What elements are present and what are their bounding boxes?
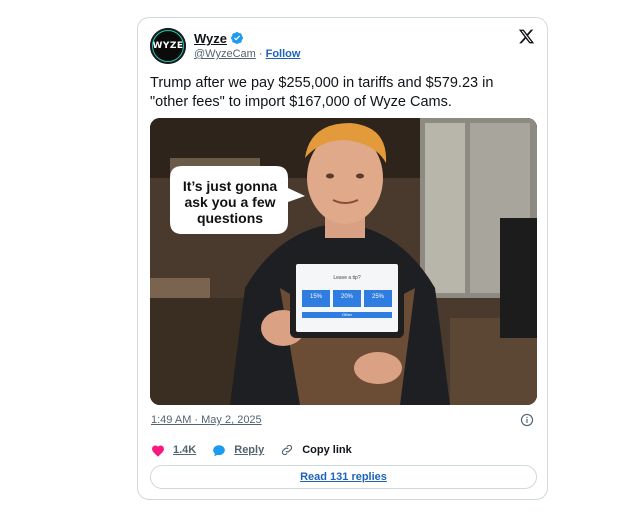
tablet-option-3: 25%: [371, 294, 384, 300]
follow-link[interactable]: Follow: [266, 48, 301, 60]
tweet-media-image[interactable]: It’s just gonna ask you a few questions …: [150, 118, 537, 405]
like-count: 1.4K: [173, 444, 197, 456]
timestamp[interactable]: 1:49 AM · May 2, 2025: [151, 414, 262, 426]
handle-row: @WyzeCam · Follow: [194, 48, 300, 60]
account-name[interactable]: Wyze: [194, 31, 227, 46]
reply-bubble-icon: [213, 444, 226, 456]
timestamp-text[interactable]: 1:49 AM · May 2, 2025: [151, 414, 262, 426]
action-bar: 1.4K Reply Copy link: [151, 443, 368, 457]
tablet-option-2: 20%: [340, 294, 353, 300]
read-replies-button[interactable]: Read 131 replies: [150, 465, 537, 489]
like-button[interactable]: 1.4K: [151, 444, 196, 457]
tweet-card: WYZE Wyze @WyzeCam · Follow Trump after …: [137, 17, 548, 500]
speech-bubble-text: It’s just gonna ask you a few questions: [182, 178, 278, 226]
verified-badge-icon: [231, 32, 243, 44]
x-logo-icon[interactable]: [518, 28, 535, 45]
separator-dot: ·: [258, 48, 263, 60]
heart-icon: [152, 445, 164, 457]
tablet-prompt: Leave a tip?: [333, 275, 361, 281]
avatar[interactable]: WYZE: [150, 28, 186, 64]
tweet-text: Trump after we pay $255,000 in tariffs a…: [150, 75, 494, 110]
avatar-ring: [152, 30, 184, 62]
tablet-option-1: 15%: [309, 294, 322, 300]
link-icon: [282, 444, 293, 456]
info-icon[interactable]: [520, 413, 534, 427]
copy-link-label: Copy link: [302, 444, 352, 456]
copy-link-button[interactable]: Copy link: [280, 443, 352, 457]
reply-button[interactable]: Reply: [212, 444, 264, 457]
media-illustration: [150, 118, 537, 405]
reply-label: Reply: [234, 444, 265, 456]
account-handle[interactable]: @WyzeCam: [194, 48, 256, 60]
tablet-footer: Other: [341, 312, 352, 317]
